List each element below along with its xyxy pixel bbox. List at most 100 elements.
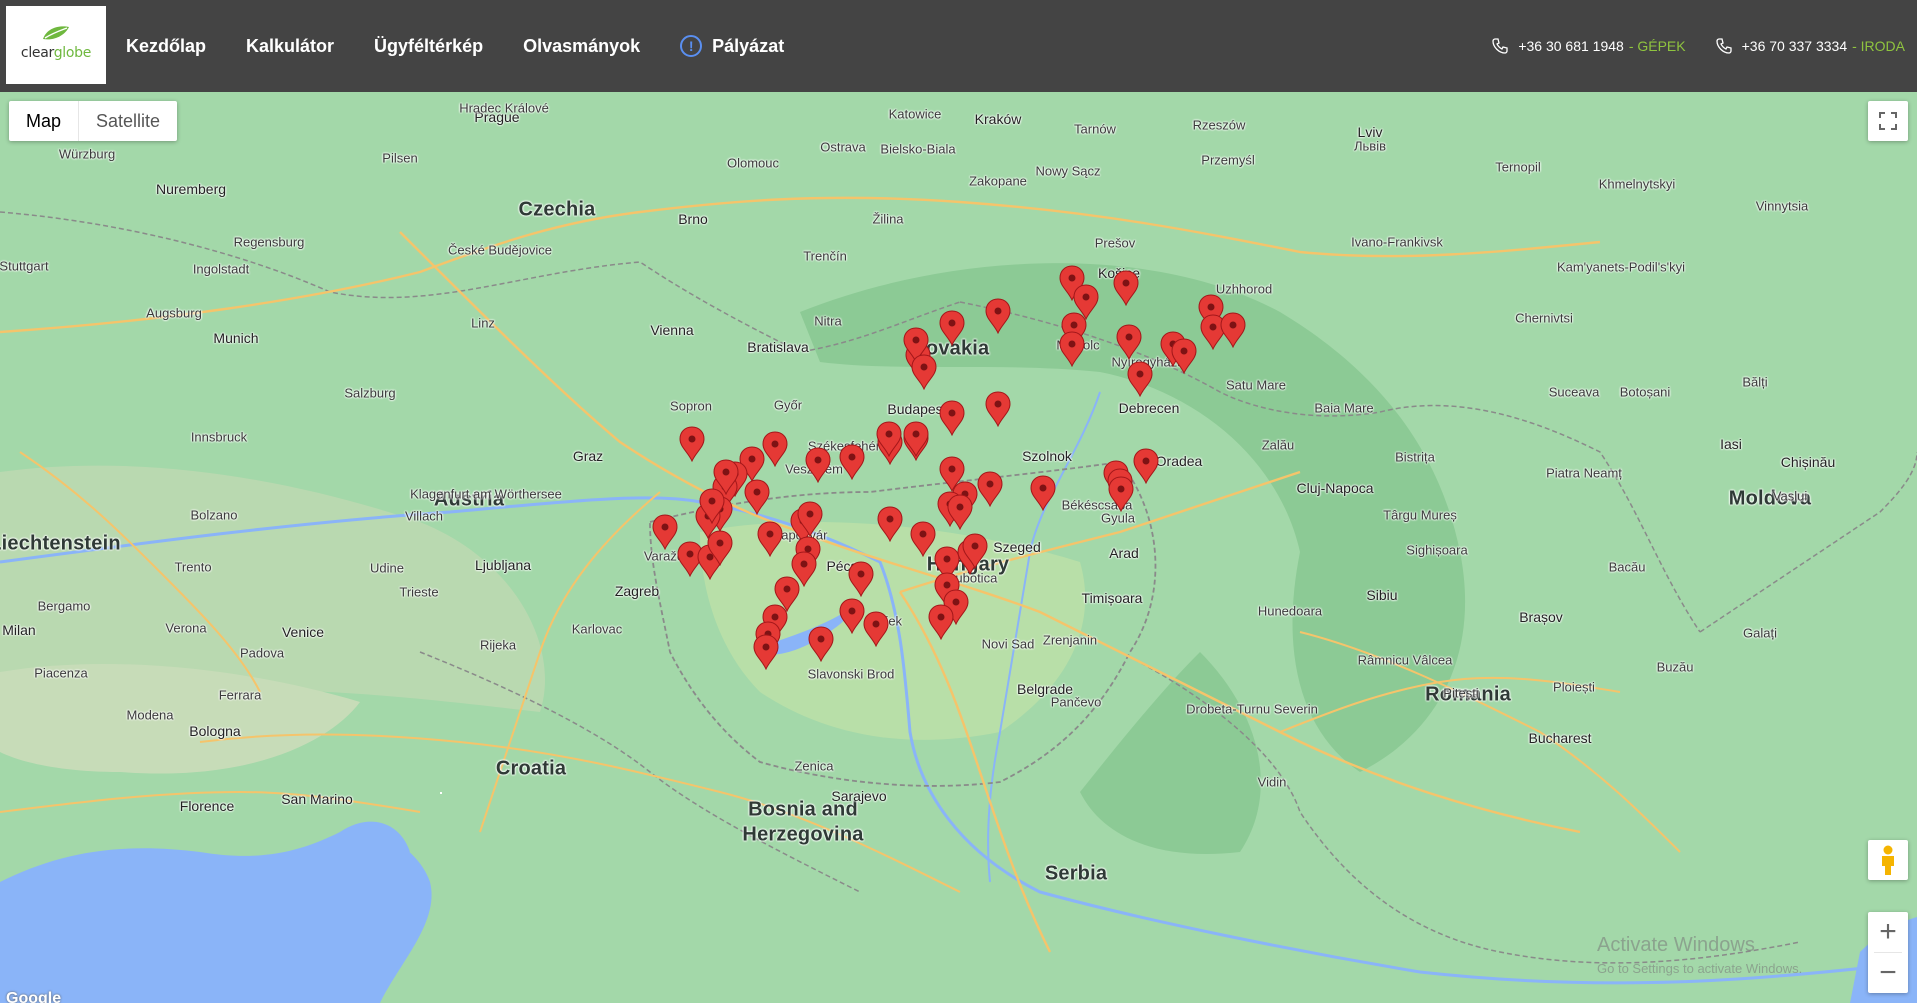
label-chisinau: Chișinău bbox=[1780, 454, 1836, 470]
label-villach: Villach bbox=[404, 508, 444, 524]
label-ivano: Ivano-Frankivsk bbox=[1351, 234, 1443, 250]
map-type-satellite-button[interactable]: Satellite bbox=[79, 101, 177, 141]
client-marker[interactable] bbox=[1171, 338, 1197, 374]
label-katowice: Katowice bbox=[888, 106, 942, 122]
label-baia-mare: Baia Mare bbox=[1314, 400, 1374, 416]
contact-phone: +36 70 337 3334 bbox=[1741, 38, 1848, 54]
google-logo: Google bbox=[6, 990, 62, 1003]
label-tarnow: Tarnów bbox=[1074, 121, 1116, 137]
client-marker[interactable] bbox=[977, 471, 1003, 507]
client-marker[interactable] bbox=[805, 447, 831, 483]
client-marker[interactable] bbox=[1116, 324, 1142, 360]
fullscreen-button[interactable] bbox=[1868, 101, 1908, 141]
client-marker[interactable] bbox=[797, 501, 823, 537]
client-marker[interactable] bbox=[939, 310, 965, 346]
client-marker[interactable] bbox=[962, 533, 988, 569]
client-map[interactable]: Czechia Slovakia Austria Hungary Romania… bbox=[0, 92, 1917, 1003]
label-pitesti: Pitești bbox=[1443, 685, 1479, 701]
label-padova: Padova bbox=[239, 645, 285, 661]
label-botosani: Botoșani bbox=[1619, 384, 1671, 400]
label-sarajevo: Sarajevo bbox=[831, 788, 887, 804]
label-brasov: Brașov bbox=[1519, 609, 1563, 625]
label-hunedoara: Hunedoara bbox=[1257, 603, 1323, 619]
label-trieste: Trieste bbox=[399, 584, 439, 600]
label-zrenjanin: Zrenjanin bbox=[1042, 632, 1098, 648]
label-targu-mures: Târgu Mureș bbox=[1383, 507, 1457, 523]
client-marker[interactable] bbox=[876, 421, 902, 457]
label-trencin: Trenčín bbox=[803, 248, 847, 264]
client-marker[interactable] bbox=[985, 391, 1011, 427]
label-arad: Arad bbox=[1109, 545, 1139, 561]
client-marker[interactable] bbox=[1127, 361, 1153, 397]
label-timisoara: Timișoara bbox=[1081, 590, 1143, 606]
label-iasi: Iasi bbox=[1720, 436, 1742, 452]
client-marker[interactable] bbox=[903, 421, 929, 457]
client-marker[interactable] bbox=[947, 494, 973, 530]
label-ceske-budejovice: České Budějovice bbox=[447, 242, 553, 258]
label-bosnia-2: Herzegovina bbox=[742, 823, 864, 846]
label-slavonski-brod: Slavonski Brod bbox=[807, 666, 895, 682]
client-marker[interactable] bbox=[707, 530, 733, 566]
label-croatia: Croatia bbox=[495, 757, 567, 780]
client-marker[interactable] bbox=[762, 431, 788, 467]
label-szolnok: Szolnok bbox=[1022, 448, 1072, 464]
map-type-map-button[interactable]: Map bbox=[9, 101, 80, 141]
pegman-icon bbox=[1882, 845, 1894, 875]
client-marker[interactable] bbox=[679, 426, 705, 462]
label-milan: Milan bbox=[2, 622, 36, 638]
street-view-button[interactable] bbox=[1868, 840, 1908, 880]
label-bielsko: Bielsko-Biala bbox=[880, 141, 956, 157]
zoom-out-button[interactable]: − bbox=[1868, 953, 1908, 993]
label-regensburg: Regensburg bbox=[233, 234, 305, 250]
client-marker[interactable] bbox=[1059, 331, 1085, 367]
client-marker[interactable] bbox=[939, 400, 965, 436]
nav-olvasmanyok[interactable]: Olvasmányok bbox=[523, 36, 640, 57]
client-marker[interactable] bbox=[1220, 312, 1246, 348]
client-marker[interactable] bbox=[699, 488, 725, 524]
label-szeged: Szeged bbox=[993, 539, 1041, 555]
contact-iroda[interactable]: +36 70 337 3334 - IRODA bbox=[1715, 38, 1905, 54]
watermark-subtitle: Go to Settings to activate Windows. bbox=[1597, 961, 1803, 976]
label-bistrita: Bistrița bbox=[1395, 449, 1435, 465]
nav-ugyfelterkep[interactable]: Ügyféltérkép bbox=[374, 36, 483, 57]
label-zenica: Zenica bbox=[794, 758, 834, 774]
label-novi-sad: Novi Sad bbox=[981, 636, 1035, 652]
label-linz: Linz bbox=[471, 315, 495, 331]
client-marker[interactable] bbox=[757, 521, 783, 557]
client-marker[interactable] bbox=[848, 561, 874, 597]
label-zakopane: Zakopane bbox=[969, 173, 1027, 189]
nav-kezdolap[interactable]: Kezdőlap bbox=[126, 36, 206, 57]
client-marker[interactable] bbox=[1113, 270, 1139, 306]
label-czechia: Czechia bbox=[518, 198, 596, 221]
zoom-in-button[interactable]: + bbox=[1868, 912, 1908, 952]
client-marker[interactable] bbox=[911, 354, 937, 390]
nav-kalkulator[interactable]: Kalkulátor bbox=[246, 36, 334, 57]
client-marker[interactable] bbox=[1030, 475, 1056, 511]
site-header: clearglobe Kezdőlap Kalkulátor Ügyféltér… bbox=[0, 0, 1917, 92]
label-venice: Venice bbox=[281, 624, 325, 640]
nav-palyazat-label: Pályázat bbox=[712, 35, 785, 56]
label-innsbruck: Innsbruck bbox=[190, 429, 248, 445]
contact-gepek[interactable]: +36 30 681 1948 - GÉPEK bbox=[1492, 38, 1686, 54]
client-marker[interactable] bbox=[753, 634, 779, 670]
client-marker[interactable] bbox=[910, 521, 936, 557]
client-marker[interactable] bbox=[877, 506, 903, 542]
client-marker[interactable] bbox=[1133, 448, 1159, 484]
client-marker[interactable] bbox=[744, 479, 770, 515]
label-bratislava: Bratislava bbox=[747, 339, 809, 355]
client-marker[interactable] bbox=[839, 444, 865, 480]
client-marker[interactable] bbox=[863, 611, 889, 647]
client-marker[interactable] bbox=[985, 298, 1011, 334]
client-marker[interactable] bbox=[839, 598, 865, 634]
client-marker[interactable] bbox=[928, 604, 954, 640]
client-marker[interactable] bbox=[808, 626, 834, 662]
label-presov: Prešov bbox=[1094, 235, 1136, 251]
phone-icon bbox=[1492, 38, 1508, 54]
label-ingolstadt: Ingolstadt bbox=[192, 261, 250, 277]
client-marker[interactable] bbox=[652, 514, 678, 550]
nav-palyazat[interactable]: ! Pályázat bbox=[680, 35, 784, 57]
label-krakow: Kraków bbox=[974, 111, 1022, 127]
clearglobe-logo[interactable]: clearglobe bbox=[6, 6, 106, 84]
label-bacau: Bacău bbox=[1608, 559, 1646, 575]
client-marker[interactable] bbox=[1108, 476, 1134, 512]
